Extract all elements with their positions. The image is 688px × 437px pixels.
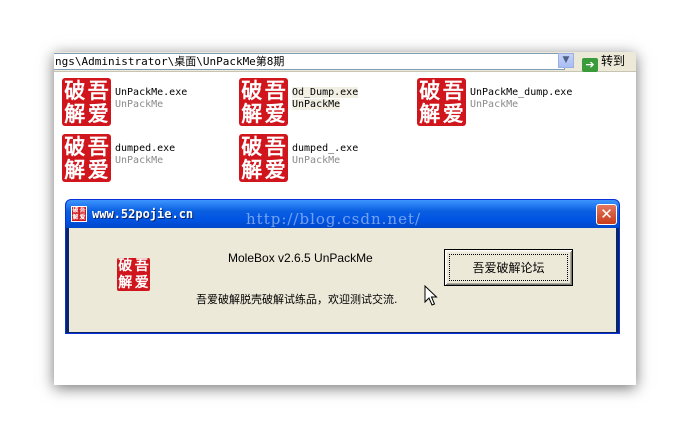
chevron-down-icon[interactable]: ▼ <box>558 53 574 68</box>
dialog-title: www.52pojie.cn <box>92 207 194 221</box>
file-description: UnPackMe <box>115 99 164 110</box>
file-item-dumped-underscore[interactable]: 破吾 解爱 dumped_.exe UnPackMe <box>239 134 399 184</box>
molebox-dialog: 破吾 解爱 www.52pojie.cn http://blog.csdn.ne… <box>65 199 620 334</box>
address-input[interactable]: ngs\Administrator\桌面\UnPackMe第8期 <box>54 53 565 70</box>
address-bar: ngs\Administrator\桌面\UnPackMe第8期 ▼ ➔ 转到 <box>54 52 636 72</box>
app-logo-icon: 破吾 解爱 <box>239 78 288 126</box>
file-description: UnPackMe <box>292 99 341 110</box>
file-name: dumped.exe <box>115 143 176 154</box>
app-logo-icon: 破吾 解爱 <box>62 134 111 182</box>
app-logo-icon: 破吾 解爱 <box>417 78 466 126</box>
close-button[interactable]: ✕ <box>596 204 617 225</box>
dialog-title-bar[interactable]: 破吾 解爱 www.52pojie.cn http://blog.csdn.ne… <box>66 200 619 228</box>
close-icon: ✕ <box>600 205 613 223</box>
explorer-window: ngs\Administrator\桌面\UnPackMe第8期 ▼ ➔ 转到 破… <box>54 52 636 385</box>
app-logo-icon: 破吾 解爱 <box>62 78 111 126</box>
file-item-unpackme-dump[interactable]: 破吾 解爱 UnPackMe_dump.exe UnPackMe <box>417 78 577 128</box>
version-label: MoleBox v2.6.5 UnPackMe <box>228 251 373 265</box>
app-logo-icon: 破吾 解爱 <box>117 258 150 291</box>
dialog-body: 破吾 解爱 MoleBox v2.6.5 UnPackMe 吾爱破解脱壳破解试练… <box>69 228 616 332</box>
green-arrow-icon: ➔ <box>582 58 598 72</box>
file-description: UnPackMe <box>115 155 164 166</box>
focus-rectangle <box>449 254 568 281</box>
app-logo-icon: 破吾 解爱 <box>71 206 87 222</box>
file-description: UnPackMe <box>470 99 519 110</box>
mouse-pointer-icon <box>424 285 438 306</box>
file-item-unpackme[interactable]: 破吾 解爱 UnPackMe.exe UnPackMe <box>62 78 222 128</box>
app-logo-icon: 破吾 解爱 <box>239 134 288 182</box>
file-description: UnPackMe <box>292 155 341 166</box>
file-name: UnPackMe.exe <box>115 87 188 98</box>
description-label: 吾爱破解脱壳破解试练品，欢迎测试交流. <box>196 293 398 306</box>
file-item-dumped[interactable]: 破吾 解爱 dumped.exe UnPackMe <box>62 134 222 184</box>
forum-button[interactable]: 吾爱破解论坛 <box>444 249 573 286</box>
file-name: Od_Dump.exe <box>292 87 359 98</box>
file-name: dumped_.exe <box>292 143 359 154</box>
watermark: http://blog.csdn.net/ <box>246 210 422 228</box>
go-button[interactable]: ➔ 转到 <box>582 53 636 72</box>
file-name: UnPackMe_dump.exe <box>470 87 573 98</box>
file-item-od-dump[interactable]: 破吾 解爱 Od_Dump.exe UnPackMe <box>239 78 399 128</box>
go-button-label: 转到 <box>601 54 626 68</box>
